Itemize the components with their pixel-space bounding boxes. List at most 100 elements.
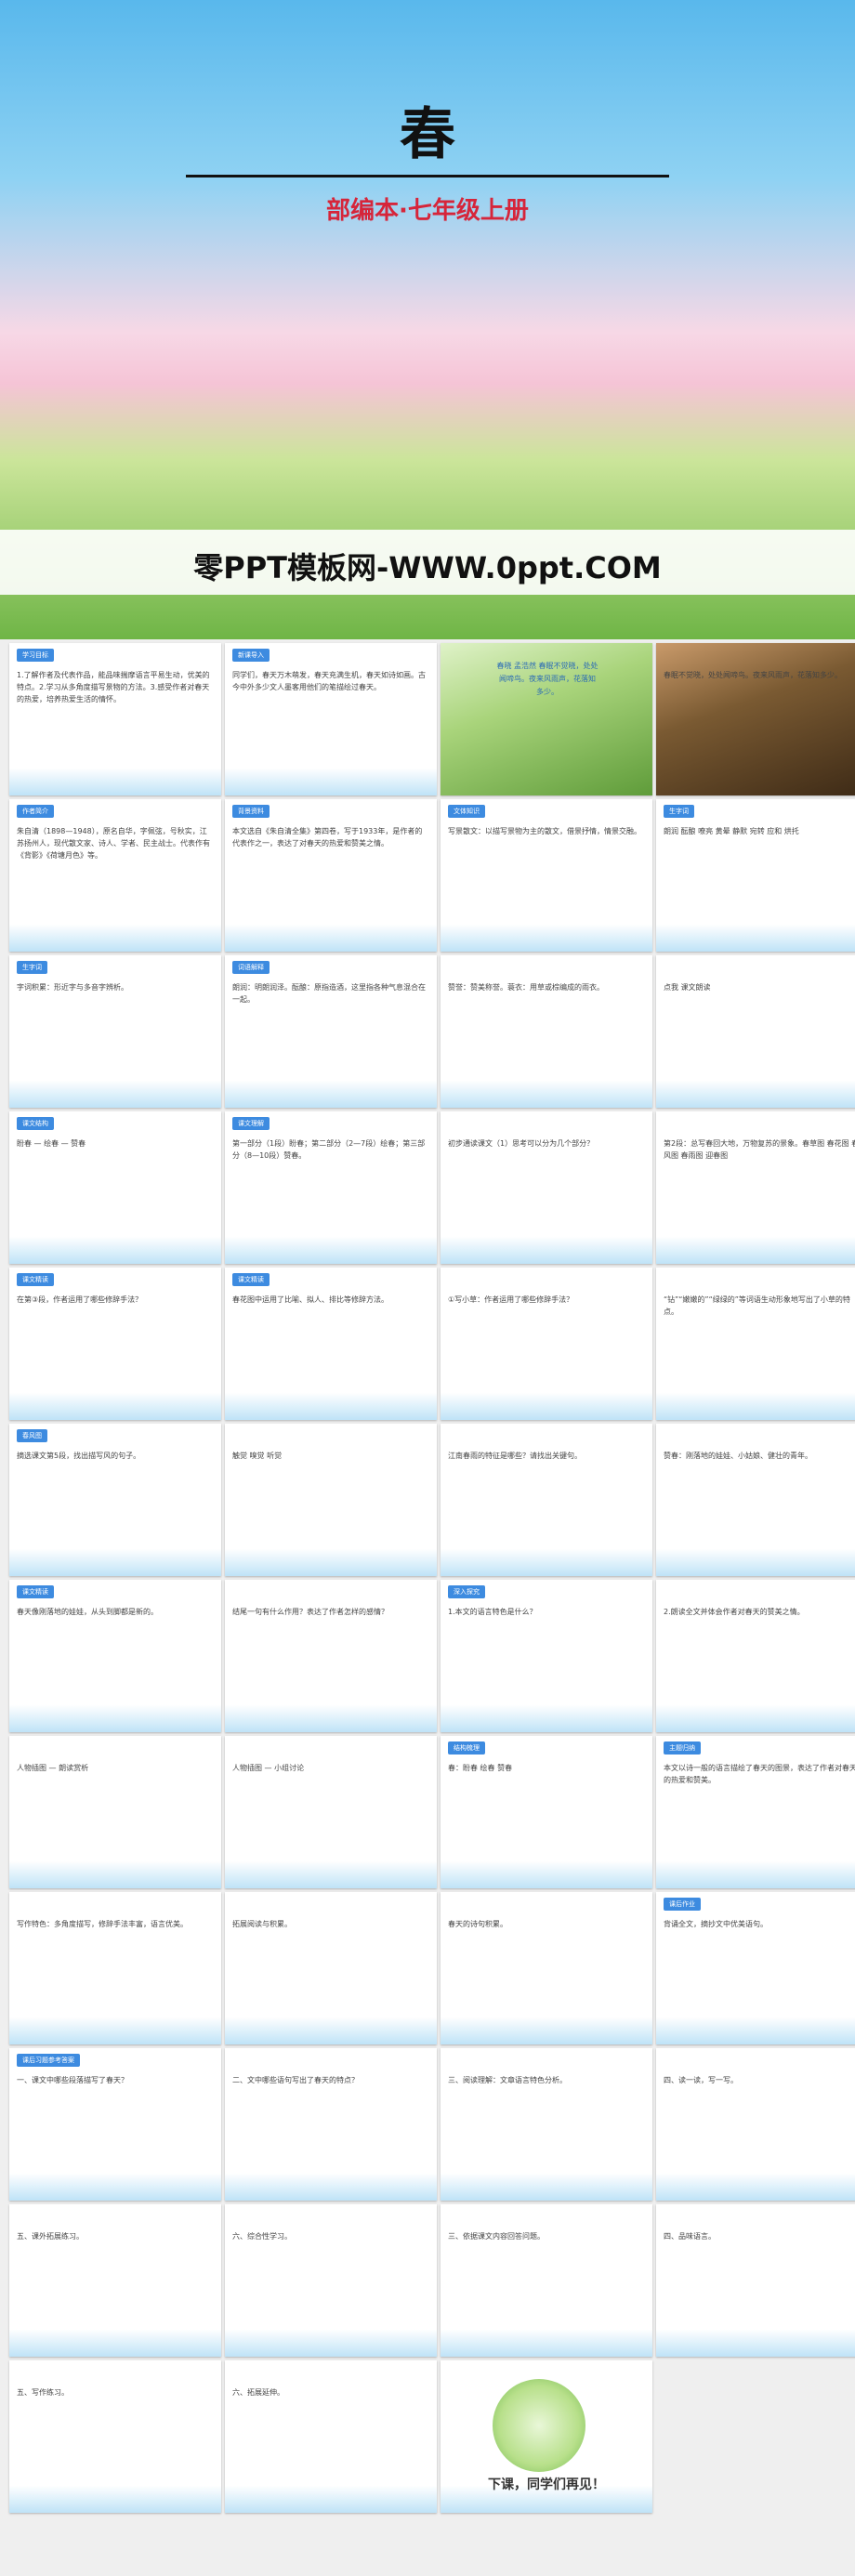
slide-thumbnail[interactable]: 学习目标 1.了解作者及代表作品，能品味揣摩语言平易生动，优美的特点。2.学习从多… bbox=[9, 643, 221, 795]
slide-thumbnail[interactable]: 主题归纳本文以诗一般的语言描绘了春天的图景，表达了作者对春天的热爱和赞美。 bbox=[656, 1736, 855, 1888]
slide-text: 背诵全文，摘抄文中优美语句。 bbox=[664, 1920, 768, 1928]
slide-thumbnail[interactable]: 四、品味语言。 bbox=[656, 2204, 855, 2357]
slide-thumbnail[interactable]: 六、拓展延伸。 bbox=[225, 2360, 437, 2513]
slide-text: 点我 课文朗读 bbox=[664, 983, 711, 992]
slide-thumbnail[interactable]: 文体知识写景散文：以描写景物为主的散文，借景抒情，情景交融。 bbox=[441, 799, 652, 952]
slide-thumbnail[interactable]: 作者简介朱自清（1898—1948），原名自华，字佩弦，号秋实，江苏扬州人，现代… bbox=[9, 799, 221, 952]
slide-thumbnail[interactable]: 赞誉：赞美称誉。蓑衣：用草或棕编成的雨衣。 bbox=[441, 955, 652, 1108]
slide-section-tag: 课文精读 bbox=[17, 1585, 54, 1598]
slide-thumbnail[interactable]: 四、读一读，写一写。 bbox=[656, 2048, 855, 2201]
slide-thumbnail[interactable]: 背景资料 本文选自《朱自清全集》第四卷，写于1933年，是作者的代表作之一，表达了… bbox=[225, 799, 437, 952]
slide-text: 朗润：明朗润泽。酝酿：原指造酒，这里指各种气息混合在一起。 bbox=[232, 983, 426, 1004]
slide-section-tag: 生字词 bbox=[17, 961, 47, 974]
slide-thumbnail[interactable]: 赞春：刚落地的娃娃、小姑娘、健壮的青年。 bbox=[656, 1424, 855, 1576]
slide-text: 第2段：总写春回大地，万物复苏的景象。春草图 春花图 春风图 春雨图 迎春图 bbox=[664, 1139, 855, 1160]
slide-text: 本文以诗一般的语言描绘了春天的图景，表达了作者对春天的热爱和赞美。 bbox=[664, 1764, 855, 1784]
slide-thumbnail[interactable]: 人物插图 — 朗读赏析 bbox=[9, 1736, 221, 1888]
slide-text: 春：盼春 绘春 赞春 bbox=[448, 1764, 513, 1772]
slide-section-tag: 文体知识 bbox=[448, 805, 485, 818]
slide-thumbnail[interactable]: 三、依据课文内容回答问题。 bbox=[441, 2204, 652, 2357]
slide-text: 在第③段，作者运用了哪些修辞手法？ bbox=[17, 1295, 143, 1304]
slide-thumbnail[interactable]: 课文精读 春花图中运用了比喻、拟人、排比等修辞方法。 bbox=[225, 1268, 437, 1420]
slide-thumbnail[interactable]: 结尾一句有什么作用？表达了作者怎样的感情？ bbox=[225, 1580, 437, 1732]
slide-text: 春天像刚落地的娃娃，从头到脚都是新的。 bbox=[17, 1608, 158, 1616]
slide-text: 人物插图 — 小组讨论 bbox=[232, 1764, 305, 1772]
slide-text: 摘选课文第5段，找出描写风的句子。 bbox=[17, 1452, 141, 1460]
slide-text: 三、阅读理解：文章语言特色分析。 bbox=[448, 2076, 567, 2084]
site-label: 零PPT模板网-WWW.0ppt.COM bbox=[193, 550, 662, 585]
slide-text: 第一部分（1段）盼春；第二部分（2—7段）绘春；第三部分（8—10段）赞春。 bbox=[232, 1139, 426, 1160]
slide-text: 初步通读课文（1）思考可以分为几个部分？ bbox=[448, 1139, 595, 1148]
slide-text: 1.了解作者及代表作品，能品味揣摩语言平易生动，优美的特点。2.学习从多角度描写… bbox=[17, 671, 210, 703]
slide-thumbnail[interactable]: 词语解释朗润：明朗润泽。酝酿：原指造酒，这里指各种气息混合在一起。 bbox=[225, 955, 437, 1108]
slide-text: 结尾一句有什么作用？表达了作者怎样的感情？ bbox=[232, 1608, 388, 1616]
slide-section-tag: 课文精读 bbox=[17, 1273, 54, 1286]
hero-title: 春 bbox=[400, 102, 455, 167]
slide-thumbnail[interactable]: 五、课外拓展练习。 bbox=[9, 2204, 221, 2357]
slide-thumbnail[interactable]: 写作特色：多角度描写，修辞手法丰富，语言优美。 bbox=[9, 1892, 221, 2044]
slide-text: 赞春：刚落地的娃娃、小姑娘、健壮的青年。 bbox=[664, 1452, 812, 1460]
slide-thumbnail[interactable]: 触觉 嗅觉 听觉 bbox=[225, 1424, 437, 1576]
slide-text: 2.朗读全文并体会作者对春天的赞美之情。 bbox=[664, 1608, 805, 1616]
slide-thumbnail[interactable]: 初步通读课文（1）思考可以分为几个部分？ bbox=[441, 1111, 652, 1264]
farewell-text: 下课，同学们再见！ bbox=[488, 2477, 605, 2492]
slide-thumbnail[interactable]: 结构梳理春：盼春 绘春 赞春 bbox=[441, 1736, 652, 1888]
slide-section-tag: 主题归纳 bbox=[664, 1741, 701, 1755]
slide-text: ①写小草：作者运用了哪些修辞手法？ bbox=[448, 1295, 574, 1304]
slide-text: 五、写作练习。 bbox=[17, 2388, 69, 2397]
slide-text: 六、综合性学习。 bbox=[232, 2232, 292, 2241]
slide-section-tag: 结构梳理 bbox=[448, 1741, 485, 1755]
slide-section-tag: 课文精读 bbox=[232, 1273, 270, 1286]
slide-section-tag: 生字词 bbox=[664, 805, 694, 818]
slide-thumbnail[interactable]: 生字词字词积累：形近字与多音字辨析。 bbox=[9, 955, 221, 1108]
slide-thumbnail[interactable]: 第2段：总写春回大地，万物复苏的景象。春草图 春花图 春风图 春雨图 迎春图 bbox=[656, 1111, 855, 1264]
slide-thumbnail[interactable]: 课后习题参考答案 一、课文中哪些段落描写了春天？ bbox=[9, 2048, 221, 2201]
slide-thumbnail[interactable]: 生字词 朗润 酝酿 嘹亮 黄晕 静默 宛转 应和 烘托 bbox=[656, 799, 855, 952]
slide-thumbnail[interactable]: 新课导入同学们，春天万木萌发，春天充满生机，春天如诗如画。古今中外多少文人墨客用… bbox=[225, 643, 437, 795]
slide-thumbnail[interactable]: 春天的诗句积累。 bbox=[441, 1892, 652, 2044]
slide-text: 四、品味语言。 bbox=[664, 2232, 716, 2241]
slide-thumbnail[interactable]: 2.朗读全文并体会作者对春天的赞美之情。 bbox=[656, 1580, 855, 1732]
slide-thumbnail[interactable]: 课后作业背诵全文，摘抄文中优美语句。 bbox=[656, 1892, 855, 2044]
slide-text: 三、依据课文内容回答问题。 bbox=[448, 2232, 545, 2241]
slide-thumbnail[interactable]: 下课，同学们再见！下课，同学们再见！ bbox=[441, 2360, 652, 2513]
slide-text: 人物插图 — 朗读赏析 bbox=[17, 1764, 89, 1772]
slide-thumbnail[interactable]: 拓展阅读与积累。 bbox=[225, 1892, 437, 2044]
slide-section-tag: 词语解释 bbox=[232, 961, 270, 974]
slide-text: 四、读一读，写一写。 bbox=[664, 2076, 738, 2084]
slide-thumbnail[interactable]: “钻”“嫩嫩的”“绿绿的”等词语生动形象地写出了小草的特点。 bbox=[656, 1268, 855, 1420]
slide-thumbnail[interactable]: 江南春雨的特征是哪些？请找出关键句。 bbox=[441, 1424, 652, 1576]
slide-thumbnail[interactable]: 课文精读春天像刚落地的娃娃，从头到脚都是新的。 bbox=[9, 1580, 221, 1732]
slide-text: “钻”“嫩嫩的”“绿绿的”等词语生动形象地写出了小草的特点。 bbox=[664, 1295, 850, 1316]
slide-text: 朱自清（1898—1948），原名自华，字佩弦，号秋实，江苏扬州人，现代散文家、… bbox=[17, 827, 210, 860]
slide-text: 江南春雨的特征是哪些？请找出关键句。 bbox=[448, 1452, 582, 1460]
hero-title-slide[interactable]: 春 部编本·七年级上册 零PPT模板网-WWW.0ppt.COM bbox=[0, 0, 855, 639]
title-divider bbox=[186, 175, 669, 177]
slide-text: 六、拓展延伸。 bbox=[232, 2388, 284, 2397]
slide-thumbnail[interactable]: 点我 课文朗读 bbox=[656, 955, 855, 1108]
slide-section-tag: 课文结构 bbox=[17, 1117, 54, 1130]
slide-thumbnail[interactable]: 春风图摘选课文第5段，找出描写风的句子。 bbox=[9, 1424, 221, 1576]
slide-thumbnail[interactable]: ①写小草：作者运用了哪些修辞手法？ bbox=[441, 1268, 652, 1420]
slide-thumbnail[interactable]: 课文结构 盼春 — 绘春 — 赞春 bbox=[9, 1111, 221, 1264]
slide-thumbnail[interactable]: 课文理解 第一部分（1段）盼春；第二部分（2—7段）绘春；第三部分（8—10段）赞… bbox=[225, 1111, 437, 1264]
slide-thumbnail[interactable]: 六、综合性学习。 bbox=[225, 2204, 437, 2357]
slide-text: 同学们，春天万木萌发，春天充满生机，春天如诗如画。古今中外多少文人墨客用他们的笔… bbox=[232, 671, 426, 691]
slide-thumbnail[interactable]: 春晓 孟浩然 春眠不觉晓，处处闻啼鸟。夜来风雨声，花落知多少。 bbox=[441, 643, 652, 795]
slide-thumbnail[interactable]: 三、阅读理解：文章语言特色分析。 bbox=[441, 2048, 652, 2201]
slide-thumbnail[interactable]: 人物插图 — 小组讨论 bbox=[225, 1736, 437, 1888]
slide-text: 二、文中哪些语句写出了春天的特点？ bbox=[232, 2076, 359, 2084]
slide-text: 写景散文：以描写景物为主的散文，借景抒情，情景交融。 bbox=[448, 827, 641, 835]
slide-section-tag: 新课导入 bbox=[232, 649, 270, 662]
slide-text: 字词积累：形近字与多音字辨析。 bbox=[17, 983, 128, 992]
slide-section-tag: 春风图 bbox=[17, 1429, 47, 1442]
slide-thumbnail[interactable]: 五、写作练习。 bbox=[9, 2360, 221, 2513]
slide-section-tag: 课后作业 bbox=[664, 1898, 701, 1911]
slide-section-tag: 作者简介 bbox=[17, 805, 54, 818]
slide-thumbnail[interactable]: 春眠不觉晓，处处闻啼鸟。夜来风雨声，花落知多少。 bbox=[656, 643, 855, 795]
slide-thumbnail[interactable]: 二、文中哪些语句写出了春天的特点？ bbox=[225, 2048, 437, 2201]
slide-thumbnail[interactable]: 深入探究 1.本文的语言特色是什么？ bbox=[441, 1580, 652, 1732]
slide-thumbnail[interactable]: 课文精读在第③段，作者运用了哪些修辞手法？ bbox=[9, 1268, 221, 1420]
slide-section-tag: 课后习题参考答案 bbox=[17, 2054, 80, 2067]
slide-text: 触觉 嗅觉 听觉 bbox=[232, 1452, 283, 1460]
